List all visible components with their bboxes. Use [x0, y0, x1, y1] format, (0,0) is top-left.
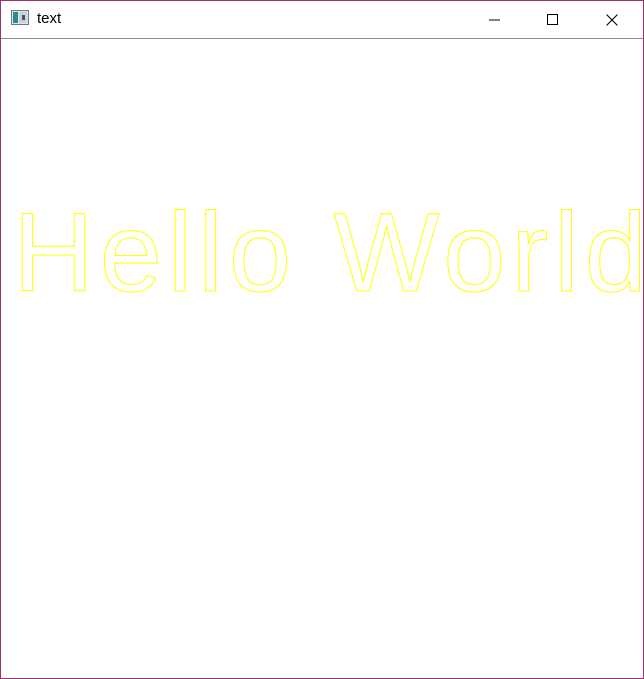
maximize-icon [547, 13, 558, 25]
app-window: text Hello World [0, 0, 644, 679]
window-title: text [37, 10, 62, 27]
maximize-button[interactable] [524, 1, 582, 38]
hello-world-drawing: Hello World [13, 190, 643, 316]
hello-world-text: Hello World [13, 190, 642, 315]
minimize-icon [489, 19, 500, 20]
window-app-icon [11, 10, 29, 25]
close-icon [606, 13, 618, 26]
title-bar[interactable]: text [1, 1, 643, 39]
minimize-button[interactable] [466, 1, 524, 38]
render-canvas[interactable]: Hello World [2, 39, 642, 678]
close-button[interactable] [583, 1, 641, 38]
